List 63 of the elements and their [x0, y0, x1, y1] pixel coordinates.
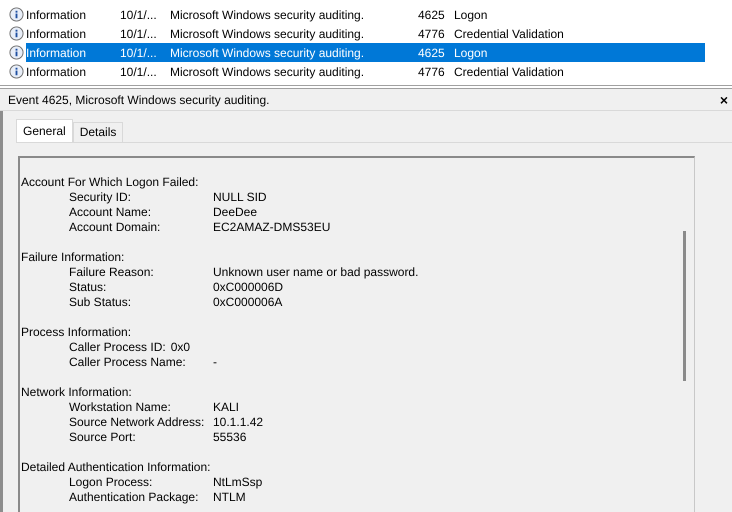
- field-label: Account Domain:: [69, 220, 162, 235]
- field-value: NTLM: [213, 490, 246, 505]
- table-cell-text: 4625: [418, 6, 446, 24]
- field-label: Caller Process ID:: [69, 340, 166, 355]
- field-label: Source Port:: [69, 430, 137, 445]
- table-cell-text: Credential Validation: [454, 64, 564, 80]
- field-value: KALI: [213, 400, 240, 415]
- field-label: Security ID:: [69, 190, 132, 205]
- field-value: -: [213, 355, 217, 370]
- field-value: 55536: [213, 430, 246, 445]
- table-cell-text: 4625: [418, 44, 446, 62]
- table-cell-text: Information: [26, 44, 88, 62]
- field-value: 10.1.1.42: [213, 415, 264, 430]
- field-label: Authentication Package:: [69, 490, 200, 505]
- event-row[interactable]: Information 10/1/... Microsoft Windows security auditing. 4776 Credential Validation: [26, 24, 705, 43]
- event-row[interactable]: Information 10/1/... Microsoft Windows security auditing. 4625 Logon: [26, 5, 705, 24]
- info-icon: [9, 64, 24, 79]
- table-cell-text: 10/1/...: [120, 6, 158, 24]
- field-label: Account Name:: [69, 205, 152, 220]
- field-value: EC2AMAZ-DMS53EU: [213, 220, 330, 235]
- table-cell-text: Microsoft Windows security auditing.: [170, 44, 366, 62]
- panel-title: Event 4625, Microsoft Windows security auditing.: [8, 92, 270, 108]
- section-heading: Account For Which Logon Failed:: [21, 175, 200, 190]
- field-value: DeeDee: [213, 205, 258, 220]
- close-button[interactable]: ×: [720, 92, 728, 106]
- event-row[interactable]: Information 10/1/... Microsoft Windows security auditing. 4776 Credential Validation: [26, 62, 705, 81]
- field-value: Unknown user name or bad password.: [213, 265, 418, 280]
- table-cell-text: Microsoft Windows security auditing.: [170, 64, 366, 80]
- section-heading: Network Information:: [21, 385, 133, 400]
- table-cell-text: 4776: [418, 64, 446, 80]
- section-heading: Process Information:: [21, 325, 132, 340]
- field-label: Sub Status:: [69, 295, 132, 310]
- info-icon: [9, 26, 24, 41]
- section-heading: Detailed Authentication Information:: [21, 460, 212, 475]
- field-label: Failure Reason:: [69, 265, 155, 280]
- table-cell-text: 10/1/...: [120, 44, 158, 62]
- table-cell-text: Logon: [454, 6, 488, 24]
- table-cell-text: Logon: [454, 44, 488, 62]
- table-cell-text: 10/1/...: [120, 64, 158, 80]
- event-row[interactable]: Information 10/1/... Microsoft Windows security auditing. 4625 Logon: [26, 43, 705, 62]
- field-label: Logon Process:: [69, 475, 154, 490]
- field-value: 0xC000006D: [213, 280, 284, 295]
- field-value: NtLmSsp: [213, 475, 262, 490]
- field-label: Workstation Name:: [69, 400, 172, 415]
- field-label: Status:: [69, 280, 108, 295]
- table-cell-text: Information: [26, 6, 88, 24]
- info-icon: [9, 45, 24, 60]
- table-cell-text: 4776: [418, 26, 446, 42]
- tab[interactable]: Details: [72, 122, 124, 142]
- table-cell-text: Microsoft Windows security auditing.: [170, 26, 366, 42]
- field-label: Caller Process Name:: [69, 355, 187, 370]
- table-cell-text: Information: [26, 64, 88, 80]
- table-cell-text: 10/1/...: [120, 26, 158, 42]
- table-cell-text: Credential Validation: [454, 26, 564, 42]
- field-value: 0xC000006A: [213, 295, 282, 310]
- tab[interactable]: General: [16, 119, 73, 142]
- info-icon: [9, 7, 24, 22]
- field-label: Source Network Address:: [69, 415, 206, 430]
- table-cell-text: Microsoft Windows security auditing.: [170, 6, 366, 24]
- field-value: NULL SID: [213, 190, 267, 205]
- field-value: 0x0: [170, 340, 190, 355]
- section-heading: Failure Information:: [21, 250, 126, 265]
- table-cell-text: Information: [26, 26, 88, 42]
